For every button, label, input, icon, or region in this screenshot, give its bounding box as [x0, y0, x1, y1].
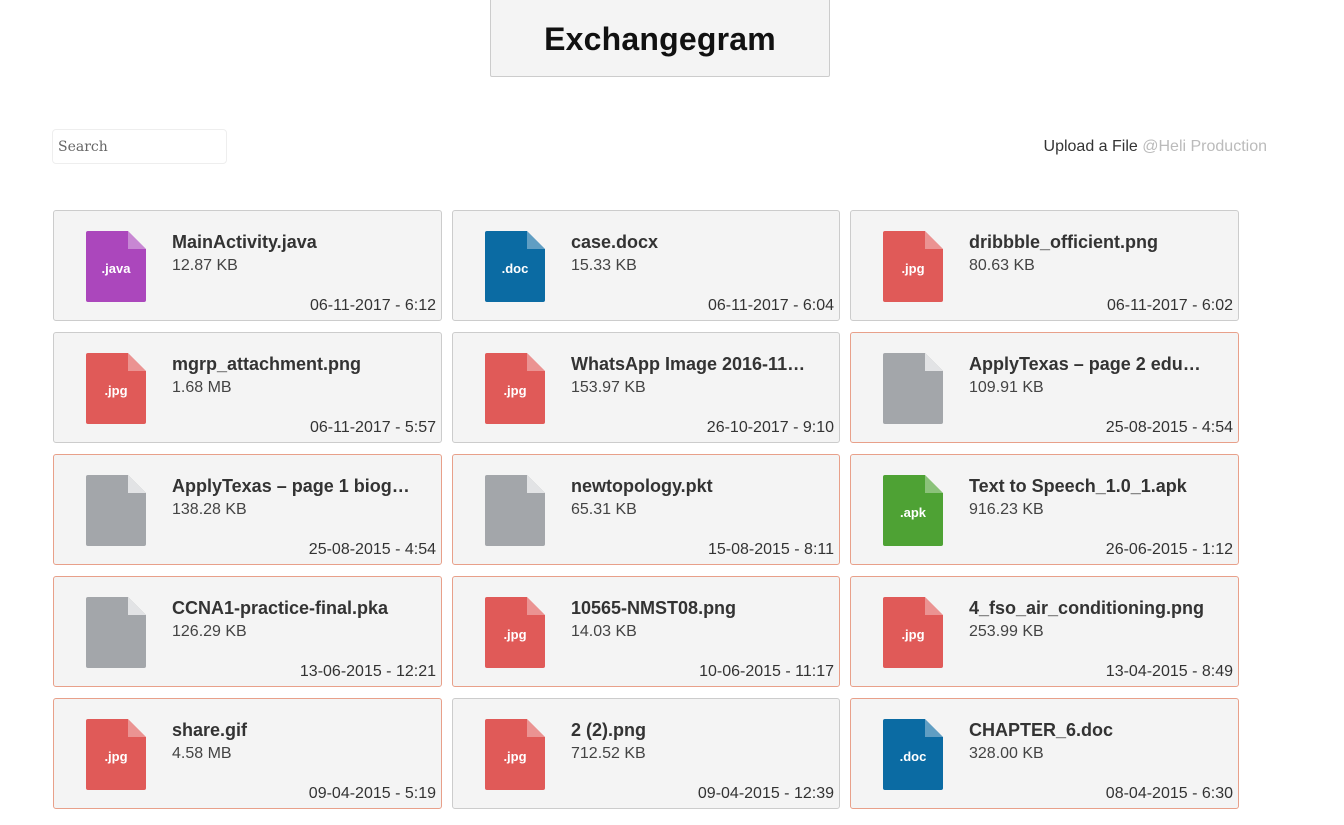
file-jpg-icon: .jpg: [86, 719, 146, 790]
file-name[interactable]: 2 (2).png: [571, 720, 811, 741]
file-extension-label: .jpg: [104, 383, 127, 398]
file-date: 06-11-2017 - 5:57: [309, 419, 436, 436]
file-date: 06-11-2017 - 6:02: [1106, 297, 1233, 314]
file-date: 13-06-2015 - 12:21: [299, 663, 436, 680]
file-date: 06-11-2017 - 6:04: [707, 297, 834, 314]
file-size: 65.31 KB: [571, 501, 637, 518]
file-jpg-icon: .jpg: [485, 353, 545, 424]
upload-file-link[interactable]: Upload a File: [1044, 138, 1138, 155]
file-grid: .java MainActivity.java 12.87 KB 06-11-2017…: [53, 210, 1239, 809]
file-size: 712.52 KB: [571, 745, 646, 762]
file-size: 1.68 MB: [172, 379, 232, 396]
file-card[interactable]: .jpg share.gif 4.58 MB 09-04-2015 - 5:19: [53, 698, 442, 809]
file-size: 80.63 KB: [969, 257, 1035, 274]
file-extension-label: .jpg: [901, 261, 924, 276]
file-extension-label: .jpg: [503, 627, 526, 642]
file-card[interactable]: .apk Text to Speech_1.0_1.apk 916.23 KB 26-…: [850, 454, 1239, 565]
file-card[interactable]: .jpg mgrp_attachment.png 1.68 MB 06-11-2017…: [53, 332, 442, 443]
file-size: 328.00 KB: [969, 745, 1044, 762]
file-apk-icon: .apk: [883, 475, 943, 546]
file-name[interactable]: WhatsApp Image 2016-11-05 at 2.14.30 PM.…: [571, 354, 811, 375]
file-card[interactable]: ApplyTexas – page 2 education.pdf 109.91 …: [850, 332, 1239, 443]
file-size: 138.28 KB: [172, 501, 247, 518]
file-extension-label: .jpg: [503, 383, 526, 398]
file-jpg-icon: .jpg: [883, 597, 943, 668]
file-extension-label: .jpg: [104, 749, 127, 764]
file-extension-label: .jpg: [901, 627, 924, 642]
file-size: 15.33 KB: [571, 257, 637, 274]
file-date: 25-08-2015 - 4:54: [1105, 419, 1233, 436]
file-size: 916.23 KB: [969, 501, 1044, 518]
toolbar-right: Upload a File @Heli Production: [1044, 138, 1267, 156]
file-card[interactable]: .jpg 10565-NMST08.png 14.03 KB 10-06-2015 -…: [452, 576, 840, 687]
file-card[interactable]: newtopology.pkt 65.31 KB 15-08-2015 - 8:11: [452, 454, 840, 565]
file-name[interactable]: newtopology.pkt: [571, 476, 811, 497]
file-date: 10-06-2015 - 11:17: [699, 663, 834, 680]
file-generic-icon: [86, 475, 146, 546]
file-date: 26-10-2017 - 9:10: [706, 419, 834, 436]
file-name[interactable]: dribbble_officient.png: [969, 232, 1209, 253]
file-card[interactable]: .doc CHAPTER_6.doc 328.00 KB 08-04-2015 - 6…: [850, 698, 1239, 809]
app-title: Exchangegram: [544, 21, 776, 57]
file-date: 08-04-2015 - 6:30: [1105, 785, 1233, 802]
file-name[interactable]: ApplyTexas – page 2 education.pdf: [969, 354, 1209, 375]
file-size: 253.99 KB: [969, 623, 1044, 640]
file-name[interactable]: MainActivity.java: [172, 232, 412, 253]
file-doc-icon: .doc: [883, 719, 943, 790]
file-name[interactable]: CHAPTER_6.doc: [969, 720, 1209, 741]
file-java-icon: .java: [86, 231, 146, 302]
file-date: 13-04-2015 - 8:49: [1105, 663, 1233, 680]
file-date: 06-11-2017 - 6:12: [309, 297, 436, 314]
file-extension-label: .doc: [502, 261, 529, 276]
file-name[interactable]: ApplyTexas – page 1 biographical.pdf: [172, 476, 412, 497]
credit-text: @Heli Production: [1142, 138, 1267, 155]
file-size: 126.29 KB: [172, 623, 247, 640]
file-date: 26-06-2015 - 1:12: [1105, 541, 1233, 558]
file-doc-icon: .doc: [485, 231, 545, 302]
file-card[interactable]: CCNA1-practice-final.pka 126.29 KB 13-06-2…: [53, 576, 442, 687]
file-jpg-icon: .jpg: [485, 597, 545, 668]
file-date: 09-04-2015 - 12:39: [697, 785, 834, 802]
file-card[interactable]: .jpg 2 (2).png 712.52 KB 09-04-2015 - 12:39: [452, 698, 840, 809]
file-size: 12.87 KB: [172, 257, 238, 274]
file-extension-label: .java: [102, 261, 132, 276]
file-name[interactable]: CCNA1-practice-final.pka: [172, 598, 412, 619]
file-date: 09-04-2015 - 5:19: [308, 785, 436, 802]
file-name[interactable]: 10565-NMST08.png: [571, 598, 811, 619]
file-name[interactable]: share.gif: [172, 720, 412, 741]
file-name[interactable]: case.docx: [571, 232, 811, 253]
file-date: 25-08-2015 - 4:54: [308, 541, 436, 558]
file-jpg-icon: .jpg: [485, 719, 545, 790]
file-generic-icon: [883, 353, 943, 424]
file-name[interactable]: mgrp_attachment.png: [172, 354, 412, 375]
file-card[interactable]: .doc case.docx 15.33 KB 06-11-2017 - 6:04: [452, 210, 840, 321]
file-card[interactable]: .jpg WhatsApp Image 2016-11-05 at 2.14.30…: [452, 332, 840, 443]
search-input[interactable]: [52, 129, 227, 164]
file-generic-icon: [485, 475, 545, 546]
file-size: 4.58 MB: [172, 745, 232, 762]
file-jpg-icon: .jpg: [883, 231, 943, 302]
file-card[interactable]: ApplyTexas – page 1 biographical.pdf 138.…: [53, 454, 442, 565]
file-card[interactable]: .java MainActivity.java 12.87 KB 06-11-2017…: [53, 210, 442, 321]
file-generic-icon: [86, 597, 146, 668]
file-extension-label: .doc: [900, 749, 927, 764]
file-size: 109.91 KB: [969, 379, 1044, 396]
file-card[interactable]: .jpg dribbble_officient.png 80.63 KB 06-11-…: [850, 210, 1239, 321]
file-card[interactable]: .jpg 4_fso_air_conditioning.png 253.99 KB 1…: [850, 576, 1239, 687]
file-name[interactable]: 4_fso_air_conditioning.png: [969, 598, 1209, 619]
app-header: Exchangegram: [490, 0, 830, 77]
file-jpg-icon: .jpg: [86, 353, 146, 424]
file-extension-label: .apk: [900, 505, 927, 520]
file-name[interactable]: Text to Speech_1.0_1.apk: [969, 476, 1209, 497]
file-size: 153.97 KB: [571, 379, 646, 396]
file-date: 15-08-2015 - 8:11: [707, 541, 834, 558]
file-extension-label: .jpg: [503, 749, 526, 764]
file-size: 14.03 KB: [571, 623, 637, 640]
